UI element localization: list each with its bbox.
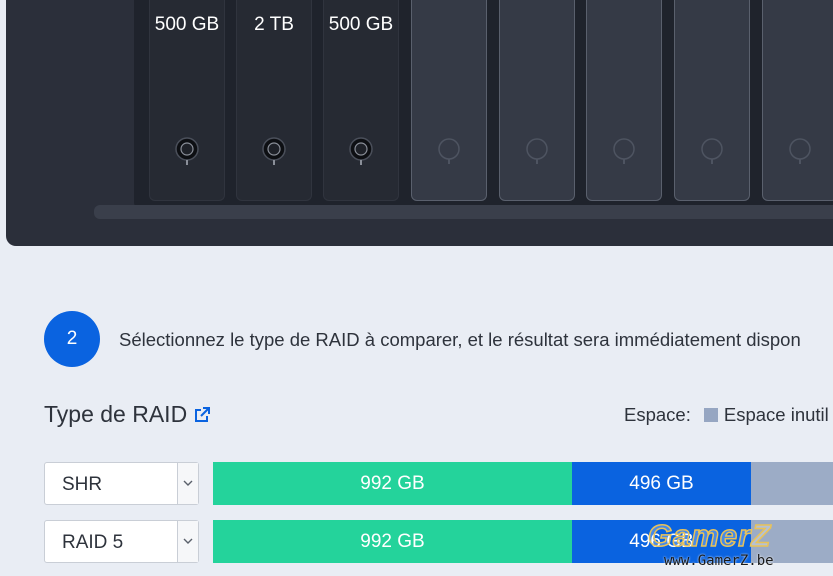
nas-device: 500 GB 2 TB 500 GB — [6, 0, 833, 246]
legend-label: Espace: — [624, 404, 691, 425]
drive-bay-3[interactable]: 500 GB — [323, 0, 399, 201]
legend-item-unused: Espace inutil — [723, 404, 829, 425]
chevron-down-icon — [183, 538, 193, 544]
empty-latch-icon — [789, 138, 811, 164]
drive-bay-capacity: 500 GB — [154, 14, 220, 35]
drive-latch-icon — [175, 137, 199, 165]
space-legend: Espace: Espace inutil — [624, 404, 829, 426]
external-link-icon[interactable] — [193, 406, 211, 424]
drive-bay-6-empty[interactable] — [586, 0, 662, 201]
raid-type-title: Type de RAID — [44, 401, 188, 427]
legend-swatch-unused — [703, 408, 718, 422]
raid-type-selected: RAID 5 — [62, 532, 124, 553]
drive-bay-8-empty[interactable] — [762, 0, 833, 201]
raid-type-selected: SHR — [62, 474, 103, 495]
drive-bay-7-empty[interactable] — [674, 0, 750, 201]
watermark-logo: GamerZ www.GamerZ.be — [647, 517, 833, 576]
drive-latch-icon — [349, 137, 373, 165]
drive-bay-capacity: 500 GB — [328, 14, 394, 35]
watermark-url: www.GamerZ.be — [664, 553, 774, 569]
drive-bay-1[interactable]: 500 GB — [149, 0, 225, 201]
empty-latch-icon — [438, 138, 460, 164]
raid-type-select[interactable]: SHR — [44, 462, 199, 505]
select-arrow-button[interactable] — [177, 521, 198, 562]
select-arrow-button[interactable] — [177, 463, 198, 504]
watermark-text: GamerZ — [647, 517, 772, 554]
empty-latch-icon — [526, 138, 548, 164]
raid-type-select[interactable]: RAID 5 — [44, 520, 199, 563]
usable-space-bar: 992 GB — [213, 462, 572, 505]
step-number-badge: 2 — [44, 311, 100, 367]
drive-bay-5-empty[interactable] — [499, 0, 575, 201]
step-instruction: Sélectionnez le type de RAID à comparer,… — [119, 329, 801, 350]
drive-bay-4-empty[interactable] — [411, 0, 487, 201]
empty-latch-icon — [701, 138, 723, 164]
drive-bay-capacity: 2 TB — [254, 14, 294, 35]
unused-space-bar — [751, 462, 833, 505]
drive-latch-icon — [262, 137, 286, 165]
usable-space-bar: 992 GB — [213, 520, 572, 563]
empty-latch-icon — [613, 138, 635, 164]
raid-row-1: SHR 992 GB 496 GB — [44, 462, 833, 507]
protection-space-bar: 496 GB — [572, 462, 751, 505]
nas-shelf — [94, 205, 833, 219]
drive-bay-2[interactable]: 2 TB — [236, 0, 312, 201]
raid-type-heading: Type de RAID — [44, 401, 211, 428]
chevron-down-icon — [183, 480, 193, 486]
